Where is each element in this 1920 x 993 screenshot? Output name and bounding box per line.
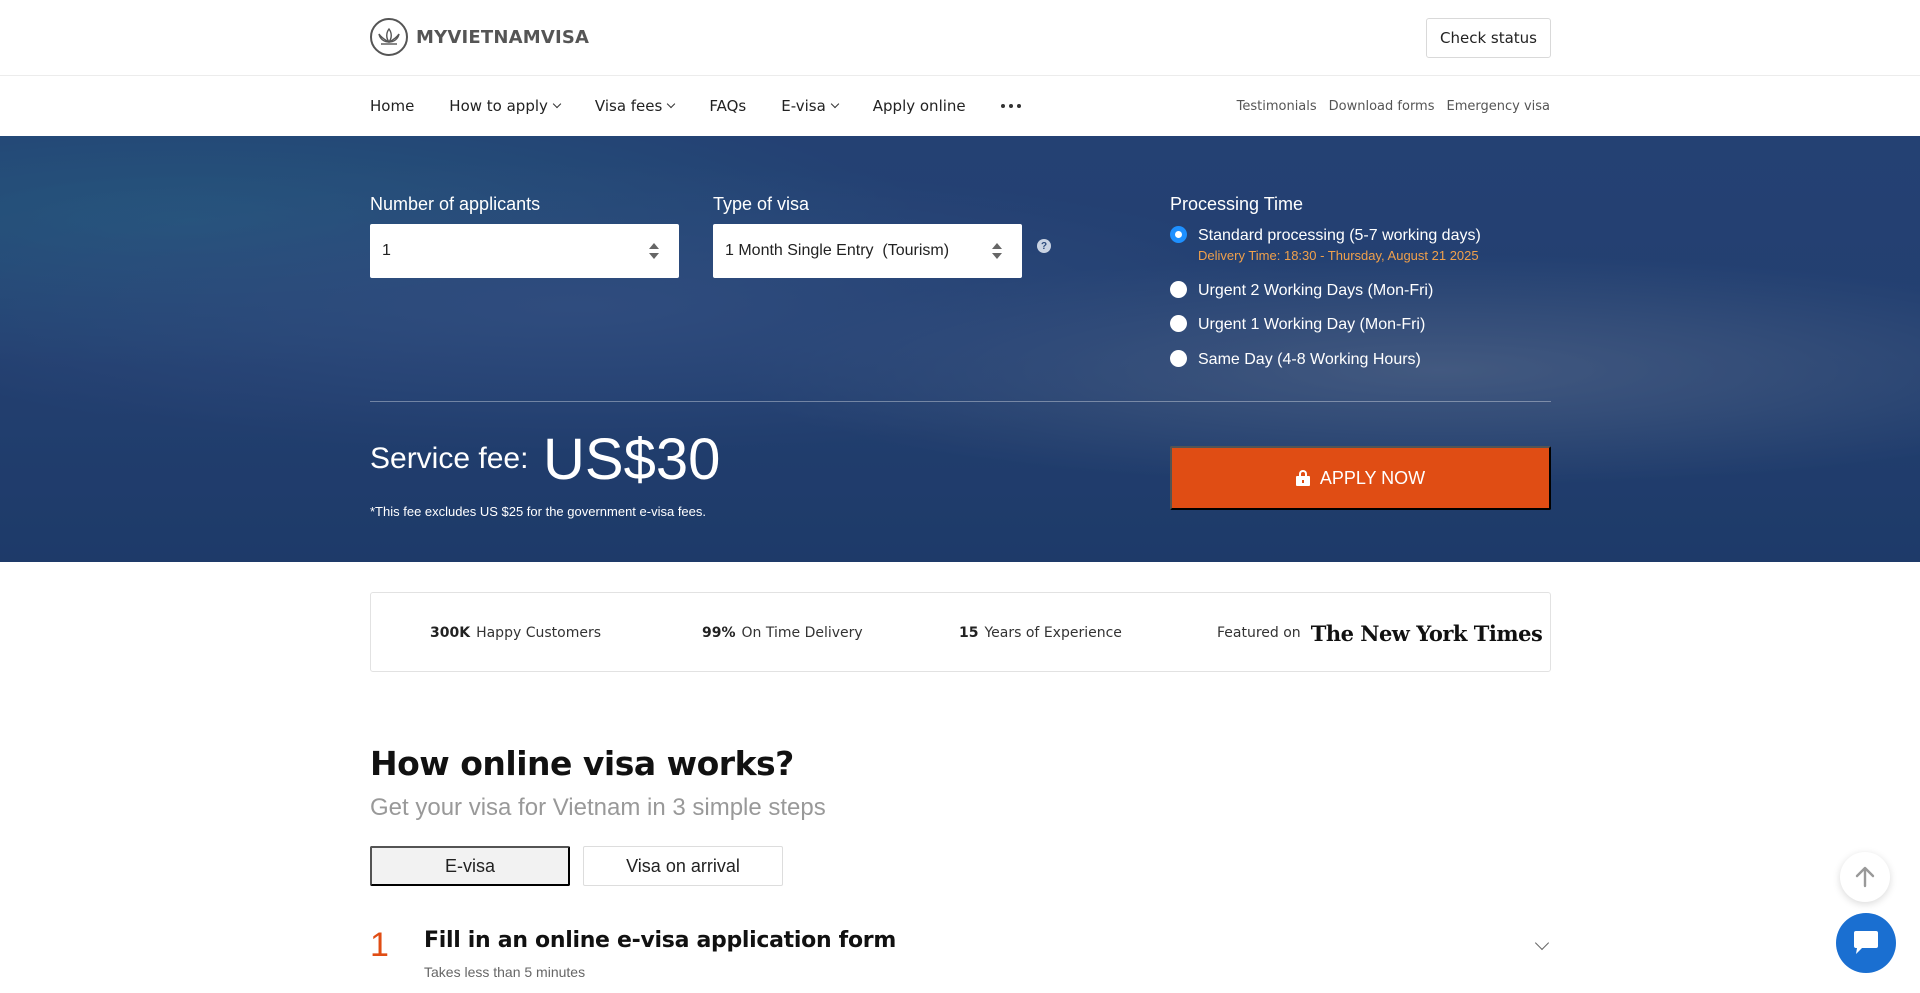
stat-experience: 15 Years of Experience bbox=[959, 593, 1122, 673]
stat-label: Happy Customers bbox=[476, 625, 601, 641]
nav-link-emergency-visa[interactable]: Emergency visa bbox=[1447, 99, 1551, 114]
nav-item-how-to-apply[interactable]: How to apply bbox=[449, 97, 562, 115]
nav-left: Home How to apply Visa fees FAQs E-visa … bbox=[370, 77, 1056, 135]
apply-now-label: APPLY NOW bbox=[1319, 467, 1426, 488]
service-fee-note: *This fee excludes US $25 for the govern… bbox=[370, 504, 707, 519]
visa-type-select[interactable]: 1 Month Single Entry (Tourism) bbox=[713, 224, 1022, 278]
applicants-label: Number of applicants bbox=[370, 194, 541, 214]
section-title: How online visa works? bbox=[370, 744, 794, 783]
nav-item-e-visa[interactable]: E-visa bbox=[781, 97, 840, 115]
nav-item-label: How to apply bbox=[449, 97, 548, 115]
stat-value: 15 bbox=[959, 625, 979, 641]
nav-item-label: E-visa bbox=[781, 97, 826, 115]
radio-unselected[interactable] bbox=[1170, 315, 1187, 332]
tab-visa-on-arrival[interactable]: Visa on arrival bbox=[583, 846, 783, 886]
nav-link-testimonials[interactable]: Testimonials bbox=[1237, 99, 1317, 114]
chevron-down-icon bbox=[830, 99, 840, 109]
chat-bubble-icon bbox=[1854, 931, 1878, 954]
chevron-down-icon[interactable] bbox=[1534, 935, 1550, 951]
arrow-up-icon bbox=[1855, 866, 1875, 888]
stat-delivery: 99% On Time Delivery bbox=[702, 593, 863, 673]
nav-item-apply-online[interactable]: Apply online bbox=[873, 97, 966, 115]
applicants-select[interactable]: 1 bbox=[370, 224, 679, 278]
stats-bar: 300K Happy Customers 99% On Time Deliver… bbox=[370, 592, 1551, 672]
visa-type-label: Type of visa bbox=[713, 194, 810, 214]
hero-divider bbox=[370, 401, 1551, 402]
featured-label: Featured on bbox=[1217, 625, 1301, 641]
site-logo[interactable]: MYVIETNAMVISA bbox=[370, 18, 589, 56]
processing-option-urgent-2[interactable]: Urgent 2 Working Days (Mon-Fri) bbox=[1170, 281, 1433, 300]
nav-item-home[interactable]: Home bbox=[370, 97, 414, 115]
step-number: 1 bbox=[370, 926, 389, 964]
nav-item-label: Home bbox=[370, 97, 415, 115]
nav-item-label: Apply online bbox=[872, 97, 966, 115]
chat-button[interactable] bbox=[1836, 913, 1896, 973]
top-header: MYVIETNAMVISA Check status bbox=[0, 0, 1920, 76]
nav-link-download-forms[interactable]: Download forms bbox=[1329, 99, 1435, 114]
chevron-down-icon bbox=[667, 99, 676, 109]
step-title[interactable]: Fill in an online e-visa application for… bbox=[424, 928, 896, 953]
service-fee-amount: US$30 bbox=[543, 427, 721, 492]
apply-now-button[interactable]: APPLY NOW bbox=[1170, 446, 1551, 510]
logo-text: MYVIETNAMVISA bbox=[416, 26, 590, 48]
visa-type-value: 1 Month Single Entry (Tourism) bbox=[725, 242, 950, 259]
radio-unselected[interactable] bbox=[1170, 281, 1187, 298]
processing-option-standard[interactable]: Standard processing (5-7 working days) D… bbox=[1170, 226, 1481, 265]
tab-e-visa[interactable]: E-visa bbox=[370, 846, 570, 886]
stat-customers: 300K Happy Customers bbox=[430, 593, 601, 673]
nav-item-visa-fees[interactable]: Visa fees bbox=[594, 97, 676, 115]
stat-featured: Featured on The New York Times bbox=[1217, 593, 1543, 673]
processing-option-label: Same Day (4-8 Working Hours) bbox=[1198, 351, 1421, 368]
hero-section: Number of applicants 1 Type of visa 1 Mo… bbox=[0, 136, 1920, 562]
processing-option-label: Urgent 2 Working Days (Mon-Fri) bbox=[1198, 282, 1434, 299]
stat-label: On Time Delivery bbox=[741, 625, 863, 641]
lotus-logo-icon bbox=[370, 18, 408, 56]
nyt-logo: The New York Times bbox=[1310, 620, 1543, 646]
select-arrows-icon bbox=[649, 243, 659, 259]
stat-label: Years of Experience bbox=[984, 625, 1122, 641]
question-circle-icon[interactable]: ? bbox=[1037, 239, 1051, 253]
lock-icon bbox=[1295, 470, 1310, 486]
service-fee-label: Service fee: bbox=[370, 442, 529, 475]
processing-option-label: Urgent 1 Working Day (Mon-Fri) bbox=[1198, 316, 1426, 333]
main-nav: Home How to apply Visa fees FAQs E-visa … bbox=[0, 77, 1920, 135]
scroll-to-top-button[interactable] bbox=[1840, 852, 1890, 902]
processing-option-same-day[interactable]: Same Day (4-8 Working Hours) bbox=[1170, 350, 1421, 369]
more-dots-icon[interactable] bbox=[1000, 104, 1021, 108]
stat-value: 99% bbox=[702, 625, 736, 641]
hero-background bbox=[0, 136, 1920, 562]
nav-right: Testimonials Download forms Emergency vi… bbox=[1237, 77, 1550, 135]
nav-item-label: Visa fees bbox=[594, 97, 663, 115]
stat-value: 300K bbox=[430, 625, 471, 641]
processing-option-label: Standard processing (5-7 working days) bbox=[1198, 227, 1481, 244]
chevron-down-icon bbox=[552, 99, 562, 109]
nav-item-faqs[interactable]: FAQs bbox=[709, 97, 746, 115]
processing-option-urgent-1[interactable]: Urgent 1 Working Day (Mon-Fri) bbox=[1170, 315, 1425, 334]
section-subtitle: Get your visa for Vietnam in 3 simple st… bbox=[370, 794, 826, 821]
select-arrows-icon bbox=[992, 243, 1002, 259]
radio-unselected[interactable] bbox=[1170, 350, 1187, 367]
step-subtitle: Takes less than 5 minutes bbox=[424, 964, 586, 980]
nav-item-label: FAQs bbox=[709, 97, 747, 115]
check-status-button[interactable]: Check status bbox=[1426, 18, 1551, 58]
applicants-value: 1 bbox=[382, 242, 391, 259]
radio-selected[interactable] bbox=[1170, 226, 1187, 243]
delivery-time-note: Delivery Time: 18:30 - Thursday, August … bbox=[1198, 248, 1479, 263]
processing-time-label: Processing Time bbox=[1170, 194, 1304, 214]
